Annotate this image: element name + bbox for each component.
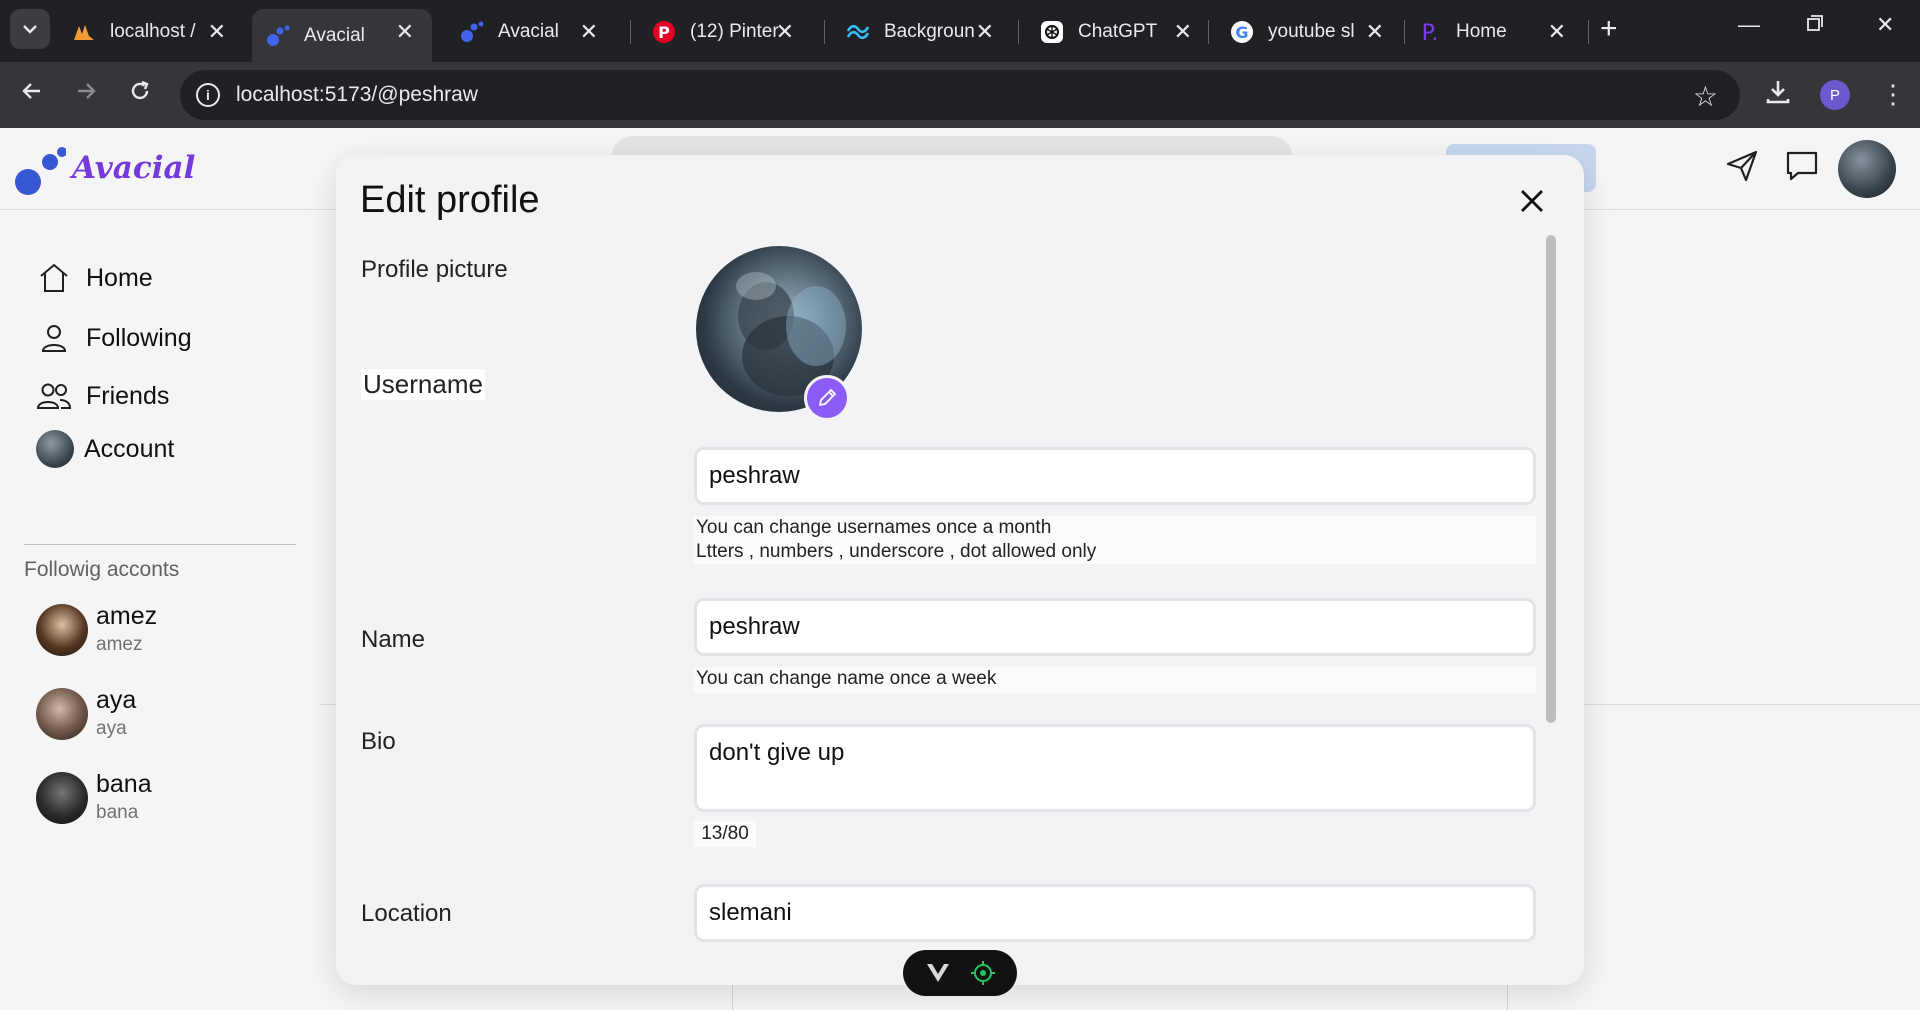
browser-tab[interactable]: localhost / ✕ <box>58 9 244 54</box>
tab-search-button[interactable] <box>10 9 50 49</box>
tab-separator <box>824 20 825 44</box>
p-icon: P. <box>1418 20 1442 44</box>
chatgpt-icon <box>1040 20 1064 44</box>
close-tab-icon[interactable]: ✕ <box>1174 19 1192 45</box>
profile-picture-label: Profile picture <box>361 256 508 283</box>
username-hint: You can change usernames once a month Lt… <box>694 516 1536 564</box>
name-label: Name <box>361 626 426 653</box>
close-icon[interactable] <box>1516 185 1548 217</box>
close-window-icon[interactable]: ✕ <box>1876 12 1894 38</box>
svg-text:G: G <box>1235 23 1248 42</box>
username-label: Username <box>361 369 485 400</box>
close-tab-icon[interactable]: ✕ <box>1366 19 1384 45</box>
minimize-icon[interactable]: — <box>1738 12 1760 38</box>
vue-icon[interactable] <box>925 962 951 984</box>
username-hint-line: You can change usernames once a month <box>696 517 1052 538</box>
svg-text:P: P <box>658 23 670 42</box>
close-tab-icon[interactable]: ✕ <box>1548 19 1566 45</box>
tab-separator <box>630 20 631 44</box>
name-hint-text: You can change name once a week <box>696 668 997 689</box>
google-icon: G <box>1230 20 1254 44</box>
edit-profile-modal: Edit profile Profile picture Username Yo… <box>336 155 1584 985</box>
pencil-icon <box>819 389 836 406</box>
edit-picture-button[interactable] <box>804 375 850 421</box>
url-text[interactable]: localhost:5173/@peshraw <box>236 83 478 107</box>
browser-tab-strip: localhost / ✕ Avacial ✕ Avacial ✕ P (12)… <box>0 0 1920 62</box>
reload-icon[interactable] <box>128 79 152 109</box>
devtools-pill[interactable] <box>903 950 1017 996</box>
address-bar[interactable]: i localhost:5173/@peshraw ☆ <box>180 70 1740 120</box>
pinterest-icon: P <box>652 20 676 44</box>
bio-label: Bio <box>361 728 396 755</box>
bookmark-star-icon[interactable]: ☆ <box>1693 80 1718 113</box>
modal-scrollbar[interactable] <box>1546 235 1556 723</box>
location-input[interactable] <box>694 884 1536 942</box>
avacial-icon <box>460 20 484 44</box>
avacial-icon <box>266 24 290 48</box>
name-hint: You can change name once a week <box>694 667 1536 693</box>
download-icon[interactable] <box>1764 78 1792 111</box>
browser-profile-avatar[interactable]: P <box>1820 80 1850 110</box>
browser-menu-icon[interactable]: ⋮ <box>1880 78 1906 110</box>
browser-tab[interactable]: Backgroun ✕ <box>832 9 1012 54</box>
browser-tab[interactable]: ChatGPT ✕ <box>1026 9 1210 54</box>
chevron-down-icon <box>23 25 37 34</box>
tailwind-icon <box>846 20 870 44</box>
close-tab-icon[interactable]: ✕ <box>976 19 994 45</box>
back-icon[interactable] <box>20 79 44 109</box>
close-tab-icon[interactable]: ✕ <box>208 19 226 45</box>
browser-toolbar: i localhost:5173/@peshraw ☆ P ⋮ <box>0 62 1920 128</box>
username-hint-line: Ltters , numbers , underscore , dot allo… <box>696 541 1097 562</box>
bio-char-counter: 13/80 <box>694 821 756 847</box>
target-icon[interactable] <box>970 960 996 986</box>
close-tab-icon[interactable]: ✕ <box>396 19 414 45</box>
browser-tab[interactable]: Avacial ✕ <box>446 9 616 54</box>
tab-separator <box>1588 20 1589 44</box>
modal-title: Edit profile <box>360 179 540 221</box>
site-info-icon[interactable]: i <box>196 83 220 107</box>
browser-tab[interactable]: P (12) Pinter ✕ <box>638 9 812 54</box>
svg-text:P.: P. <box>1422 21 1439 44</box>
server-icon <box>72 20 96 44</box>
browser-tab-active[interactable]: Avacial ✕ <box>252 9 432 62</box>
restore-icon[interactable] <box>1806 12 1824 38</box>
bio-textarea[interactable]: don't give up <box>694 724 1536 812</box>
forward-icon[interactable] <box>74 79 98 109</box>
tab-separator <box>1018 20 1019 44</box>
new-tab-button[interactable]: + <box>1600 14 1618 44</box>
browser-tab[interactable]: P. Home ✕ <box>1404 9 1584 54</box>
browser-tab[interactable]: G youtube sl ✕ <box>1216 9 1402 54</box>
close-tab-icon[interactable]: ✕ <box>580 19 598 45</box>
username-input[interactable] <box>694 447 1536 505</box>
close-tab-icon[interactable]: ✕ <box>776 19 794 45</box>
name-input[interactable] <box>694 598 1536 656</box>
location-label: Location <box>361 900 452 927</box>
tab-separator <box>1208 20 1209 44</box>
